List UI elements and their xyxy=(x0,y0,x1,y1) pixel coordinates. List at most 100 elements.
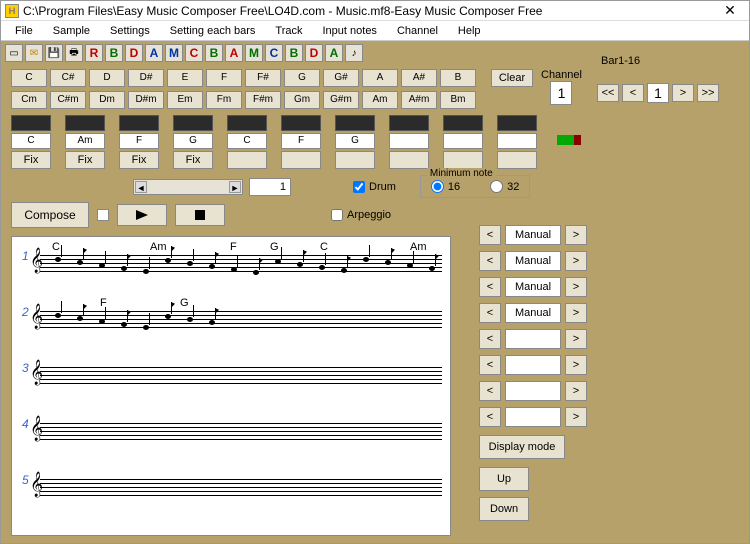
save-icon[interactable]: 💾 xyxy=(45,44,63,62)
print-icon[interactable]: 🖶 xyxy=(65,44,83,62)
manual-prev-7[interactable]: < xyxy=(479,407,501,427)
menu-sample[interactable]: Sample xyxy=(43,23,100,39)
stop-button[interactable] xyxy=(175,204,225,226)
manual-field-2[interactable]: Manual xyxy=(505,277,561,297)
manual-field-3[interactable]: Manual xyxy=(505,303,561,323)
chord-gsharp[interactable]: G# xyxy=(323,69,359,87)
chord-csharpm[interactable]: C#m xyxy=(50,91,86,109)
chord-a[interactable]: A xyxy=(362,69,398,87)
slot-dark-4[interactable] xyxy=(227,115,267,131)
bar-prev-button[interactable]: < xyxy=(622,84,644,102)
chord-b[interactable]: B xyxy=(440,69,476,87)
toolbar-letter-d[interactable]: D xyxy=(305,44,323,62)
slot-6[interactable]: G xyxy=(335,133,375,149)
fix-empty-6[interactable] xyxy=(335,151,375,169)
menu-setting-each-bars[interactable]: Setting each bars xyxy=(160,23,266,39)
manual-next-7[interactable]: > xyxy=(565,407,587,427)
chord-e[interactable]: E xyxy=(167,69,203,87)
fix-button-1[interactable]: Fix xyxy=(65,151,105,169)
slot-1[interactable]: Am xyxy=(65,133,105,149)
manual-prev-4[interactable]: < xyxy=(479,329,501,349)
slot-dark-3[interactable] xyxy=(173,115,213,131)
fix-button-3[interactable]: Fix xyxy=(173,151,213,169)
chord-asharpm[interactable]: A#m xyxy=(401,91,437,109)
down-button[interactable]: Down xyxy=(479,497,529,521)
tuning-fork-icon[interactable]: ♪ xyxy=(345,44,363,62)
play-button[interactable] xyxy=(117,204,167,226)
chord-bm[interactable]: Bm xyxy=(440,91,476,109)
fix-button-0[interactable]: Fix xyxy=(11,151,51,169)
toolbar-letter-r[interactable]: R xyxy=(85,44,103,62)
manual-field-7[interactable] xyxy=(505,407,561,427)
fix-empty-8[interactable] xyxy=(443,151,483,169)
manual-field-5[interactable] xyxy=(505,355,561,375)
toolbar-letter-a[interactable]: A xyxy=(145,44,163,62)
fix-empty-5[interactable] xyxy=(281,151,321,169)
scroll-right-icon[interactable]: ► xyxy=(229,181,241,193)
manual-prev-2[interactable]: < xyxy=(479,277,501,297)
close-icon[interactable]: ✕ xyxy=(715,2,745,19)
slot-dark-5[interactable] xyxy=(281,115,321,131)
toolbar-letter-a[interactable]: A xyxy=(325,44,343,62)
chord-dsharpm[interactable]: D#m xyxy=(128,91,164,109)
menu-track[interactable]: Track xyxy=(265,23,312,39)
slot-0[interactable]: C xyxy=(11,133,51,149)
scroll-value[interactable]: 1 xyxy=(249,178,291,196)
bar-first-button[interactable]: << xyxy=(597,84,619,102)
manual-next-2[interactable]: > xyxy=(565,277,587,297)
chord-g[interactable]: G xyxy=(284,69,320,87)
chord-fsharp[interactable]: F# xyxy=(245,69,281,87)
chord-gm[interactable]: Gm xyxy=(284,91,320,109)
chord-csharp[interactable]: C# xyxy=(50,69,86,87)
min-note-16[interactable]: 16 xyxy=(431,180,460,193)
menu-help[interactable]: Help xyxy=(448,23,491,39)
toolbar-letter-b[interactable]: B xyxy=(105,44,123,62)
bar-value[interactable]: 1 xyxy=(647,83,669,103)
slot-4[interactable]: C xyxy=(227,133,267,149)
new-icon[interactable]: ▭ xyxy=(5,44,23,62)
chord-d[interactable]: D xyxy=(89,69,125,87)
compose-checkbox[interactable] xyxy=(97,209,109,221)
manual-field-0[interactable]: Manual xyxy=(505,225,561,245)
clear-button[interactable]: Clear xyxy=(491,69,533,87)
slot-9[interactable] xyxy=(497,133,537,149)
drum-checkbox[interactable]: Drum xyxy=(353,181,396,193)
value-scrollbar[interactable]: ◄ ► xyxy=(133,179,243,195)
manual-next-0[interactable]: > xyxy=(565,225,587,245)
fix-empty-7[interactable] xyxy=(389,151,429,169)
chord-f[interactable]: F xyxy=(206,69,242,87)
min-note-32[interactable]: 32 xyxy=(490,180,519,193)
slot-dark-0[interactable] xyxy=(11,115,51,131)
slot-3[interactable]: G xyxy=(173,133,213,149)
slot-dark-1[interactable] xyxy=(65,115,105,131)
toolbar-letter-b[interactable]: B xyxy=(205,44,223,62)
display-mode-button[interactable]: Display mode xyxy=(479,435,565,459)
chord-gsharpm[interactable]: G#m xyxy=(323,91,359,109)
up-button[interactable]: Up xyxy=(479,467,529,491)
menu-channel[interactable]: Channel xyxy=(387,23,448,39)
arpeggio-checkbox[interactable]: Arpeggio xyxy=(331,209,391,221)
manual-prev-3[interactable]: < xyxy=(479,303,501,323)
manual-next-1[interactable]: > xyxy=(565,251,587,271)
bar-last-button[interactable]: >> xyxy=(697,84,719,102)
chord-asharp[interactable]: A# xyxy=(401,69,437,87)
chord-dsharp[interactable]: D# xyxy=(128,69,164,87)
manual-next-6[interactable]: > xyxy=(565,381,587,401)
manual-prev-6[interactable]: < xyxy=(479,381,501,401)
menu-input-notes[interactable]: Input notes xyxy=(313,23,387,39)
chord-em[interactable]: Em xyxy=(167,91,203,109)
chord-am[interactable]: Am xyxy=(362,91,398,109)
slot-2[interactable]: F xyxy=(119,133,159,149)
toolbar-letter-d[interactable]: D xyxy=(125,44,143,62)
toolbar-letter-b[interactable]: B xyxy=(285,44,303,62)
slot-dark-8[interactable] xyxy=(443,115,483,131)
manual-field-4[interactable] xyxy=(505,329,561,349)
slot-8[interactable] xyxy=(443,133,483,149)
toolbar-letter-c[interactable]: C xyxy=(265,44,283,62)
slot-dark-9[interactable] xyxy=(497,115,537,131)
manual-next-5[interactable]: > xyxy=(565,355,587,375)
slot-dark-6[interactable] xyxy=(335,115,375,131)
manual-next-3[interactable]: > xyxy=(565,303,587,323)
manual-prev-1[interactable]: < xyxy=(479,251,501,271)
manual-field-6[interactable] xyxy=(505,381,561,401)
